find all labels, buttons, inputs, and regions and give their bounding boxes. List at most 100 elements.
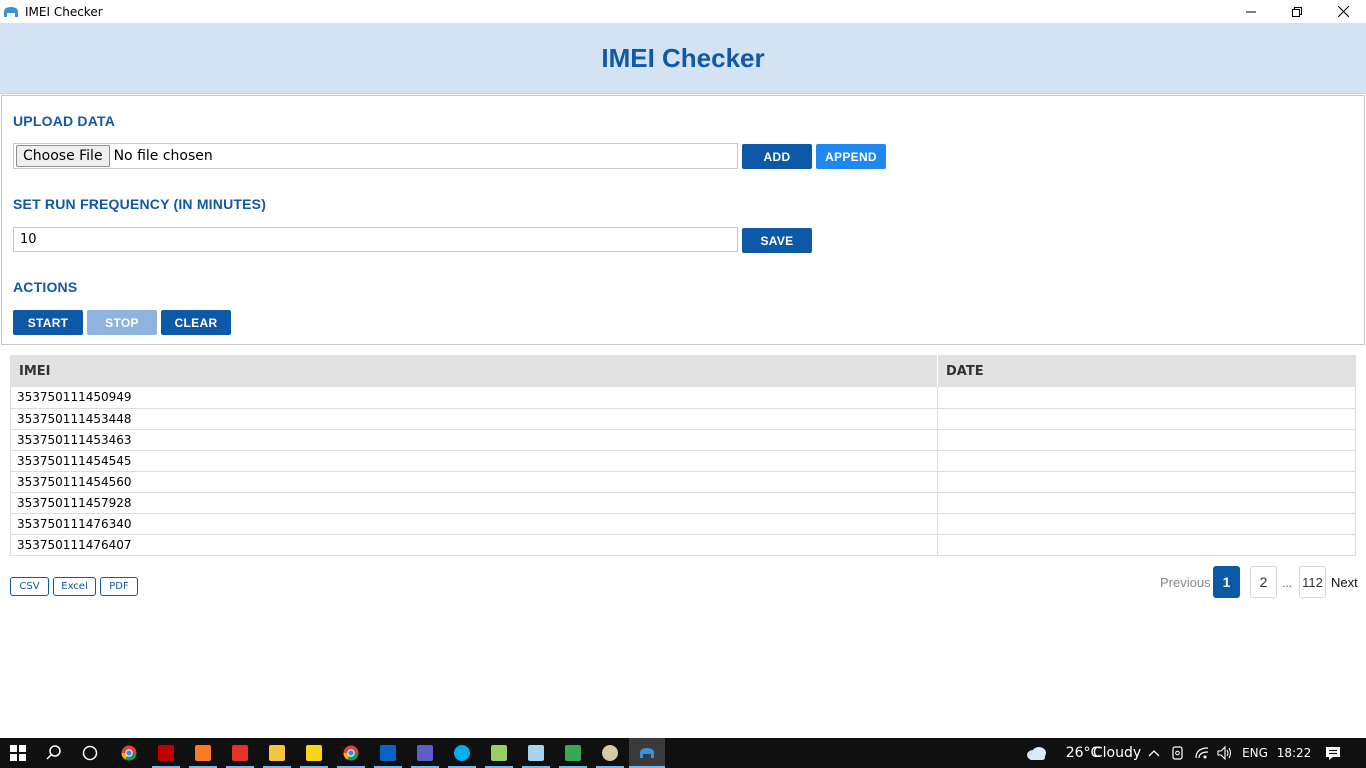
windows-icon xyxy=(10,745,26,761)
taskbar-chrome[interactable] xyxy=(111,738,147,768)
taskbar-filezilla[interactable] xyxy=(148,738,184,768)
imei-cell: 353750111453463 xyxy=(10,429,938,451)
window-controls xyxy=(1228,0,1366,23)
taskbar-chrome-2[interactable] xyxy=(333,738,369,768)
restore-button[interactable] xyxy=(1274,0,1320,23)
imei-cell: 353750111450949 xyxy=(10,387,938,409)
pagination-next[interactable]: Next xyxy=(1331,576,1358,590)
append-button[interactable]: APPEND xyxy=(816,144,886,169)
filezilla-icon xyxy=(158,745,174,761)
notification-icon xyxy=(1326,746,1340,760)
taskbar-skype[interactable] xyxy=(444,738,480,768)
tray-overflow-button[interactable] xyxy=(1144,738,1164,768)
taskbar-anydesk[interactable] xyxy=(222,738,258,768)
taskbar-network-tool[interactable] xyxy=(555,738,591,768)
tray-clock[interactable]: 18:22 xyxy=(1272,738,1316,768)
minimize-icon xyxy=(1246,11,1256,12)
upload-heading: UPLOAD DATA xyxy=(13,113,116,129)
imei-table: IMEI DATE 353750111450949 35375011145344… xyxy=(10,355,1356,556)
window-titlebar: IMEI Checker xyxy=(0,0,1366,23)
add-button[interactable]: ADD xyxy=(742,144,812,169)
frequency-heading: SET RUN FREQUENCY (IN MINUTES) xyxy=(13,196,267,212)
page-last-button[interactable]: 112 xyxy=(1299,566,1326,598)
app-icon xyxy=(4,6,18,17)
stop-button[interactable]: STOP xyxy=(87,310,157,335)
imei-cell: 353750111457928 xyxy=(10,492,938,514)
table-row: 353750111454560 xyxy=(10,471,1356,493)
taskbar-paint[interactable] xyxy=(592,738,628,768)
taskbar-imei-checker[interactable] xyxy=(629,738,665,768)
teams-icon xyxy=(417,745,433,761)
imei-cell: 353750111476407 xyxy=(10,534,938,556)
network-tool-icon xyxy=(565,745,581,761)
camera-icon xyxy=(1172,746,1183,760)
date-cell xyxy=(937,492,1356,514)
tray-wifi[interactable] xyxy=(1191,738,1213,768)
pagination-previous[interactable]: Previous xyxy=(1160,576,1211,590)
minimize-button[interactable] xyxy=(1228,0,1274,23)
pagination-ellipsis: ... xyxy=(1282,576,1293,590)
weather-button[interactable] xyxy=(1024,738,1048,768)
date-cell xyxy=(937,450,1356,472)
task-view-button[interactable] xyxy=(72,738,108,768)
date-cell xyxy=(937,429,1356,451)
imei-cell: 353750111454545 xyxy=(10,450,938,472)
page-1-button[interactable]: 1 xyxy=(1213,566,1240,598)
control-panel: UPLOAD DATA Choose File No file chosen A… xyxy=(1,95,1365,345)
search-button[interactable] xyxy=(36,738,72,768)
tray-language[interactable]: ENG xyxy=(1238,738,1272,768)
start-button[interactable]: START xyxy=(13,310,83,335)
app-icon xyxy=(640,748,654,758)
table-row: 353750111476340 xyxy=(10,513,1356,535)
imei-cell: 353750111454560 xyxy=(10,471,938,493)
chevron-up-icon xyxy=(1148,750,1160,757)
file-status: No file chosen xyxy=(113,148,213,164)
table-row: 353750111454545 xyxy=(10,450,1356,472)
save-button[interactable]: SAVE xyxy=(742,228,812,253)
page-2-button[interactable]: 2 xyxy=(1250,566,1277,598)
tray-meet-now[interactable] xyxy=(1167,738,1189,768)
export-pdf-button[interactable]: PDF xyxy=(100,577,138,596)
speaker-icon xyxy=(1217,746,1232,760)
column-header-imei[interactable]: IMEI xyxy=(10,355,938,387)
chrome-icon xyxy=(343,745,359,761)
tray-volume[interactable] xyxy=(1214,738,1236,768)
date-cell xyxy=(937,471,1356,493)
file-input[interactable]: Choose File No file chosen xyxy=(13,143,738,169)
app-header: IMEI Checker xyxy=(0,23,1366,94)
taskbar-notepad-plus[interactable] xyxy=(481,738,517,768)
xampp-icon xyxy=(195,745,211,761)
page-title: IMEI Checker xyxy=(601,42,765,73)
taskbar-teams[interactable] xyxy=(407,738,443,768)
taskbar-outlook[interactable] xyxy=(370,738,406,768)
date-cell xyxy=(937,513,1356,535)
start-menu-button[interactable] xyxy=(0,738,36,768)
taskbar: 26°C Cloudy ENG 18:22 xyxy=(0,738,1366,768)
date-cell xyxy=(937,387,1356,409)
imei-cell: 353750111453448 xyxy=(10,408,938,430)
export-csv-button[interactable]: CSV xyxy=(10,577,49,596)
taskbar-sticky-notes[interactable] xyxy=(296,738,332,768)
taskbar-notepad[interactable] xyxy=(518,738,554,768)
export-excel-button[interactable]: Excel xyxy=(53,577,96,596)
taskbar-file-explorer[interactable] xyxy=(259,738,295,768)
taskbar-xampp[interactable] xyxy=(185,738,221,768)
table-row: 353750111450949 xyxy=(10,387,1356,409)
choose-file-button[interactable]: Choose File xyxy=(16,145,110,167)
date-cell xyxy=(937,408,1356,430)
outlook-icon xyxy=(380,745,396,761)
frequency-input[interactable]: 10 xyxy=(13,227,738,252)
window-title: IMEI Checker xyxy=(25,4,103,19)
restore-icon xyxy=(1292,6,1302,17)
chrome-icon xyxy=(121,745,137,761)
date-cell xyxy=(937,534,1356,556)
close-button[interactable] xyxy=(1320,0,1366,23)
search-icon xyxy=(46,745,61,760)
wifi-icon xyxy=(1195,747,1209,759)
action-center-button[interactable] xyxy=(1318,738,1348,768)
clear-button[interactable]: CLEAR xyxy=(161,310,231,335)
weather-text: Cloudy xyxy=(1092,745,1142,761)
table-row: 353750111453463 xyxy=(10,429,1356,451)
table-row: 353750111457928 xyxy=(10,492,1356,514)
column-header-date[interactable]: DATE xyxy=(937,355,1356,387)
